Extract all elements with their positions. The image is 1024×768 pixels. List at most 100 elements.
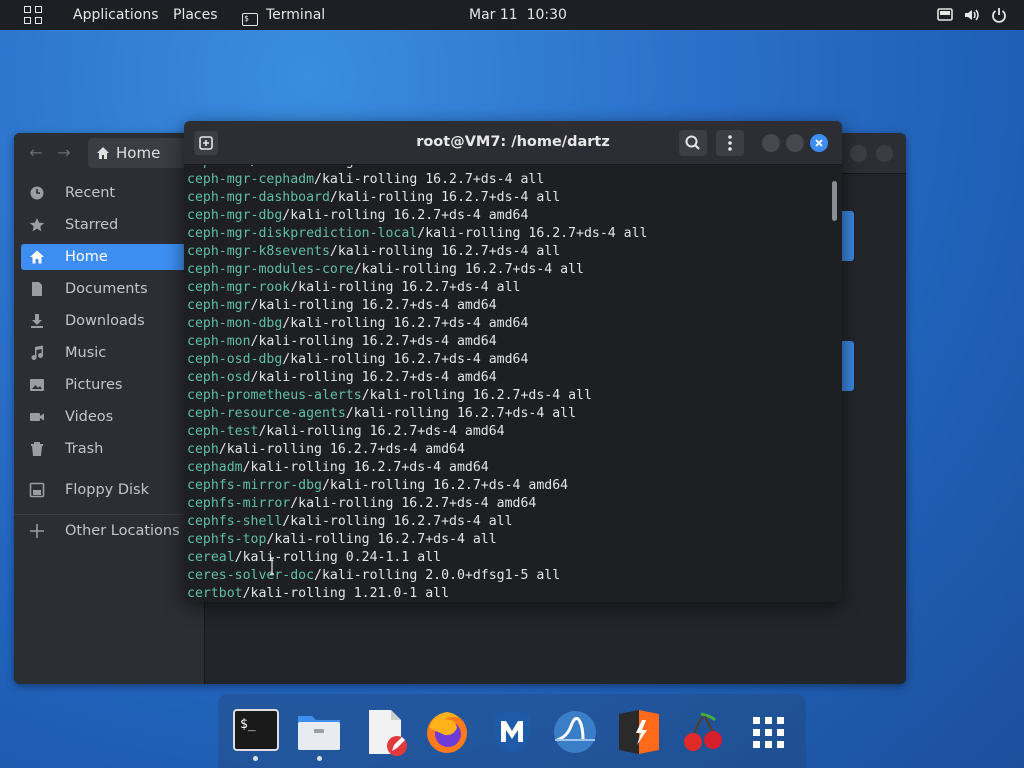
- package-name: ceph-mgr-diskprediction-local: [187, 226, 418, 241]
- package-details: /kali-rolling 16.2.7+ds-4 amd64: [218, 442, 465, 457]
- active-app-menu[interactable]: $ Terminal: [242, 0, 325, 30]
- scrollbar-thumb[interactable]: [832, 181, 837, 221]
- running-indicator: [317, 756, 322, 761]
- terminal-line: cephfs-shell/kali-rolling 16.2.7+ds-4 al…: [187, 513, 648, 531]
- power-icon[interactable]: [990, 6, 1008, 24]
- sidebar-item-other-locations[interactable]: Other Locations: [21, 518, 204, 544]
- places-menu[interactable]: Places: [173, 0, 218, 30]
- document-icon: [32, 282, 42, 296]
- package-details: /kali-rolling 16.2.7+ds-4 amd64: [290, 496, 537, 511]
- sidebar-item-pictures[interactable]: Pictures: [21, 372, 204, 398]
- sidebar-item-label: Recent: [65, 185, 116, 201]
- package-name: ceph-osd: [187, 370, 251, 385]
- terminal-line: ceph-mgr-dbg/kali-rolling 16.2.7+ds-4 am…: [187, 207, 648, 225]
- terminal-line: ceph-test/kali-rolling 16.2.7+ds-4 amd64: [187, 423, 648, 441]
- terminal-line: ceph-prometheus-alerts/kali-rolling 16.2…: [187, 387, 648, 405]
- sidebar-item-music[interactable]: Music: [21, 340, 204, 366]
- package-details: /kali-rolling 16.2.7+ds-4 all: [361, 388, 592, 403]
- package-name: cereal: [187, 550, 235, 565]
- package-details: /kali-rolling 16.2.7+ds-4 all: [345, 406, 577, 421]
- firefox-app-icon[interactable]: [423, 708, 471, 756]
- back-button[interactable]: ←: [24, 141, 48, 165]
- package-name: cephfs-mirror-dbg: [187, 478, 322, 493]
- path-bar-home[interactable]: Home: [88, 138, 188, 168]
- top-bar: Applications Places $ Terminal Mar 11 10:…: [0, 0, 1024, 30]
- clock[interactable]: Mar 11 10:30: [469, 0, 567, 30]
- maximize-button[interactable]: [876, 145, 893, 162]
- package-details: /kali-rolling 16.2.7+ds-4 all: [417, 226, 648, 241]
- sidebar-item-documents[interactable]: Documents: [21, 276, 204, 302]
- sidebar-item-trash[interactable]: Trash: [21, 436, 204, 462]
- close-icon: [815, 139, 823, 147]
- text-editor-app-icon[interactable]: [361, 708, 409, 756]
- screen-icon[interactable]: [936, 6, 954, 24]
- sidebar-item-videos[interactable]: Videos: [21, 404, 204, 430]
- package-name: ceph-mgr-cephadm: [187, 172, 315, 187]
- package-details: /kali-rolling 16.2.7+ds-4 all: [353, 262, 584, 277]
- package-details: /kali-rolling 16.2.7+ds-4 amd64: [282, 208, 529, 223]
- terminal-app-icon[interactable]: $_: [232, 708, 280, 756]
- path-home-label: Home: [116, 144, 161, 162]
- metasploit-app-icon[interactable]: [488, 708, 536, 756]
- package-details: /kali-rolling 16.2.7+ds-4 amd64: [282, 316, 529, 331]
- package-details: /kali-rolling 0.24-1.1 all: [234, 550, 442, 565]
- home-icon: [97, 147, 109, 159]
- terminal-line: cephfs-top/kali-rolling 16.2.7+ds-4 all: [187, 531, 648, 549]
- package-details: /kali-rolling 16.2.7+ds-4 all: [266, 532, 497, 547]
- sidebar-item-label: Home: [65, 249, 108, 265]
- sidebar-item-home[interactable]: Home: [21, 244, 204, 270]
- package-details: /kali-rolling 16.2.7+ds-4 amd64: [250, 334, 497, 349]
- menu-button[interactable]: [716, 130, 744, 156]
- terminal-line: ceph-osd-dbg/kali-rolling 16.2.7+ds-4 am…: [187, 351, 648, 369]
- package-details: /kali-rolling 16.2.7+ds-4 amd64: [321, 478, 569, 493]
- trash-icon: [31, 442, 43, 456]
- terminal-line: ceph-resource-agents/kali-rolling 16.2.7…: [187, 405, 648, 423]
- package-details: /kali-rolling 16.2.7+ds-4 all: [290, 280, 521, 295]
- package-details: /kali-rolling 16.2.7+ds-4 amd64: [250, 298, 497, 313]
- sidebar-item-label: Videos: [65, 409, 114, 425]
- active-app-label: Terminal: [266, 7, 326, 23]
- forward-button[interactable]: →: [52, 141, 76, 165]
- package-details: /kali-rolling 1.21.0-1 all: [242, 586, 450, 601]
- sidebar-item-downloads[interactable]: Downloads: [21, 308, 204, 334]
- terminal-line: ceph-mgr-rook/kali-rolling 16.2.7+ds-4 a…: [187, 279, 648, 297]
- sidebar-item-label: Music: [65, 345, 107, 361]
- sidebar-item-floppy-disk[interactable]: Floppy Disk: [21, 477, 204, 503]
- apps-grid-icon[interactable]: [24, 6, 42, 24]
- package-name: ceph-mgr-dashboard: [187, 190, 330, 205]
- search-button[interactable]: [679, 130, 707, 156]
- terminal-line: ceph-mon-dbg/kali-rolling 16.2.7+ds-4 am…: [187, 315, 648, 333]
- package-details: /kali-rolling 16.2.7+ds-4 amd64: [250, 370, 497, 385]
- music-icon: [31, 345, 43, 360]
- maximize-button[interactable]: [786, 134, 804, 152]
- volume-icon[interactable]: [963, 6, 981, 24]
- package-name: ceph-prometheus-alerts: [187, 388, 362, 403]
- package-name: cephfs-top: [187, 532, 267, 547]
- terminal-lines: ceph-mds/kali-rolling 16.2.7+ds-4 amd64c…: [187, 165, 648, 602]
- close-button[interactable]: [810, 134, 828, 152]
- sidebar-item-recent[interactable]: Recent: [21, 180, 204, 206]
- sidebar-item-label: Trash: [65, 441, 104, 457]
- burpsuite-app-icon[interactable]: [615, 708, 663, 756]
- running-indicator: [253, 756, 258, 761]
- terminal-line: ceph-mgr-modules-core/kali-rolling 16.2.…: [187, 261, 648, 279]
- wireshark-app-icon[interactable]: [551, 708, 599, 756]
- new-tab-button[interactable]: [194, 131, 218, 155]
- cherrytree-app-icon[interactable]: [679, 708, 727, 756]
- minimize-button[interactable]: [850, 145, 867, 162]
- package-name: ceph-mgr: [187, 298, 251, 313]
- package-name: ceph-mon: [187, 334, 251, 349]
- files-app-icon[interactable]: [295, 708, 343, 756]
- terminal-output[interactable]: ceph-mds/kali-rolling 16.2.7+ds-4 amd64c…: [184, 165, 828, 602]
- terminal-window[interactable]: root@VM7: /home/dartz ceph-mds: [184, 121, 842, 602]
- plus-icon: [30, 524, 44, 538]
- terminal-scrollbar[interactable]: [828, 165, 842, 602]
- show-apps-icon[interactable]: [744, 708, 792, 756]
- minimize-button[interactable]: [762, 134, 780, 152]
- package-name: cephfs-shell: [187, 514, 283, 529]
- applications-menu[interactable]: Applications: [73, 0, 159, 30]
- package-details: /kali-rolling 16.2.7+ds-4 all: [282, 514, 513, 529]
- sidebar-item-starred[interactable]: Starred: [21, 212, 204, 238]
- terminal-line: cephfs-mirror-dbg/kali-rolling 16.2.7+ds…: [187, 477, 648, 495]
- package-name: ceph-osd-dbg: [187, 352, 283, 367]
